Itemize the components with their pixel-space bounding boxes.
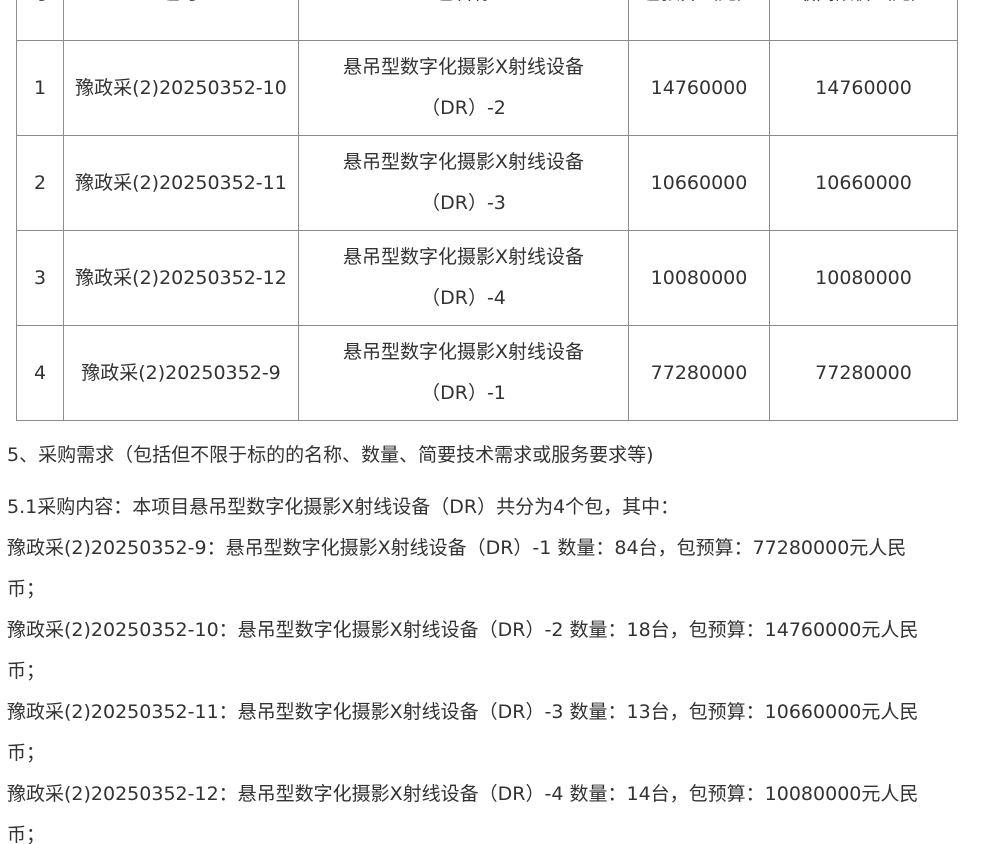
package-item-line: 豫政采(2)20250352-11：悬吊型数字化摄影X射线设备（DR）-3 数量… <box>7 701 919 723</box>
row-package-code: 豫政采(2)20250352-9 <box>63 325 299 421</box>
row-max-price: 77280000 <box>769 325 958 421</box>
package-item-line: 豫政采(2)20250352-10：悬吊型数字化摄影X射线设备（DR）-2 数量… <box>7 619 919 641</box>
package-name-line2: （DR）-4 <box>421 287 506 309</box>
row-index: 4 <box>16 325 64 421</box>
row-max-price: 14760000 <box>769 40 958 136</box>
package-name-line2: （DR）-2 <box>421 97 506 119</box>
document-page: 号 包号 包名称 包预算（元） 最高限价（元） 1 豫政采(2)20250352… <box>0 0 1007 844</box>
row-index: 1 <box>16 40 64 136</box>
package-name-line1: 悬吊型数字化摄影X射线设备 <box>342 56 585 78</box>
row-index: 2 <box>16 135 64 231</box>
header-max-price: 最高限价（元） <box>769 0 958 41</box>
row-budget: 14760000 <box>628 40 770 136</box>
row-budget: 10080000 <box>628 230 770 326</box>
table-row: 4 豫政采(2)20250352-9 悬吊型数字化摄影X射线设备 （DR）-1 … <box>16 325 958 421</box>
row-package-code: 豫政采(2)20250352-12 <box>63 230 299 326</box>
header-package-name: 包名称 <box>298 0 629 41</box>
package-item-continuation: 币； <box>7 660 46 682</box>
row-max-price: 10660000 <box>769 135 958 231</box>
package-name-line2: （DR）-1 <box>421 382 506 404</box>
header-budget: 包预算（元） <box>628 0 770 41</box>
package-name-line2: （DR）-3 <box>421 192 506 214</box>
package-item-line: 豫政采(2)20250352-9：悬吊型数字化摄影X射线设备（DR）-1 数量：… <box>7 537 907 559</box>
row-package-name: 悬吊型数字化摄影X射线设备 （DR）-2 <box>298 40 629 136</box>
table-row: 1 豫政采(2)20250352-10 悬吊型数字化摄影X射线设备 （DR）-2… <box>16 40 958 136</box>
row-budget: 10660000 <box>628 135 770 231</box>
package-name-line1: 悬吊型数字化摄影X射线设备 <box>342 151 585 173</box>
section-5-block: 5、采购需求（包括但不限于标的的名称、数量、简要技术需求或服务要求等) 5.1采… <box>7 435 997 844</box>
section-5-1-intro: 5.1采购内容：本项目悬吊型数字化摄影X射线设备（DR）共分为4个包，其中： <box>7 496 680 518</box>
package-item-line: 豫政采(2)20250352-12：悬吊型数字化摄影X射线设备（DR）-4 数量… <box>7 783 919 805</box>
table-header-row: 号 包号 包名称 包预算（元） 最高限价（元） <box>16 0 958 41</box>
row-budget: 77280000 <box>628 325 770 421</box>
row-index: 3 <box>16 230 64 326</box>
package-name-line1: 悬吊型数字化摄影X射线设备 <box>342 246 585 268</box>
section-5-heading: 5、采购需求（包括但不限于标的的名称、数量、简要技术需求或服务要求等) <box>7 444 654 466</box>
table-row: 3 豫政采(2)20250352-12 悬吊型数字化摄影X射线设备 （DR）-4… <box>16 230 958 326</box>
row-package-code: 豫政采(2)20250352-10 <box>63 40 299 136</box>
package-table: 号 包号 包名称 包预算（元） 最高限价（元） 1 豫政采(2)20250352… <box>16 0 958 421</box>
row-package-code: 豫政采(2)20250352-11 <box>63 135 299 231</box>
table-row: 2 豫政采(2)20250352-11 悬吊型数字化摄影X射线设备 （DR）-3… <box>16 135 958 231</box>
row-max-price: 10080000 <box>769 230 958 326</box>
package-item-continuation: 币； <box>7 824 46 844</box>
header-index: 号 <box>16 0 64 41</box>
row-package-name: 悬吊型数字化摄影X射线设备 （DR）-4 <box>298 230 629 326</box>
package-item-continuation: 币； <box>7 578 46 600</box>
package-item-continuation: 币； <box>7 742 46 764</box>
row-package-name: 悬吊型数字化摄影X射线设备 （DR）-1 <box>298 325 629 421</box>
header-package-code: 包号 <box>63 0 299 41</box>
row-package-name: 悬吊型数字化摄影X射线设备 （DR）-3 <box>298 135 629 231</box>
package-name-line1: 悬吊型数字化摄影X射线设备 <box>342 341 585 363</box>
